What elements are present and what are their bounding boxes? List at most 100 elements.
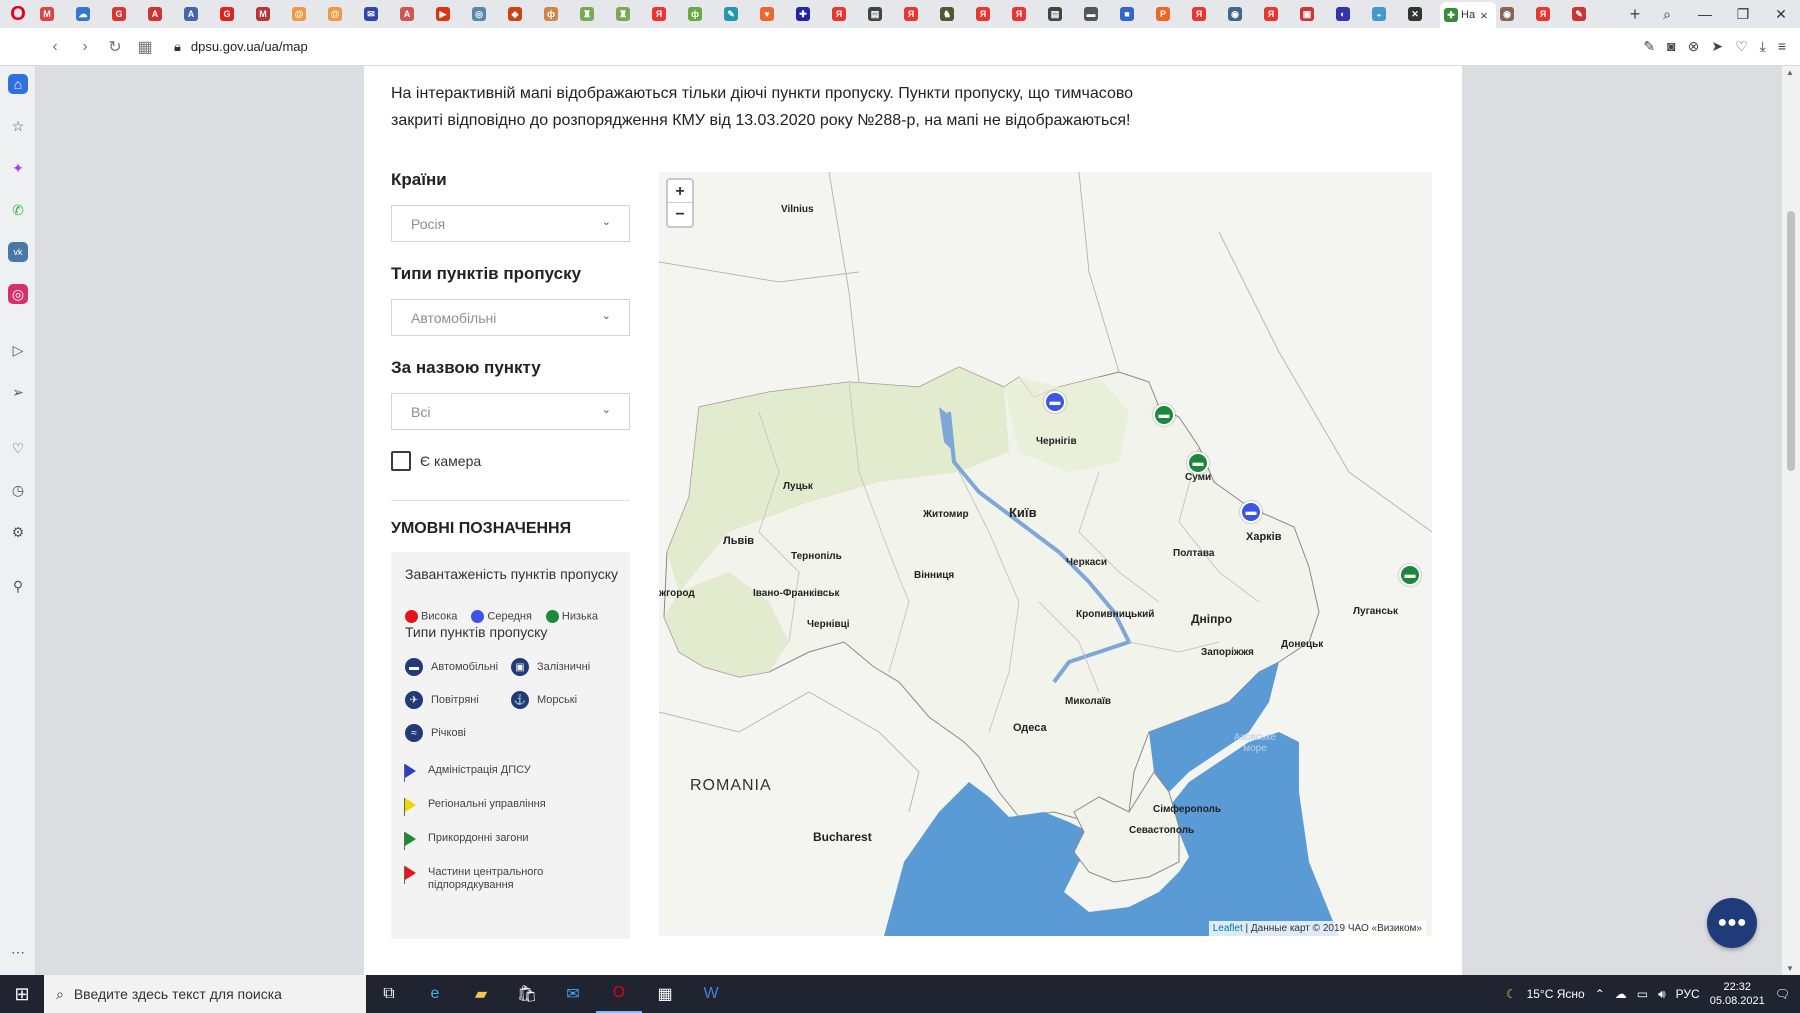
browser-tab[interactable]: ✎ [720,3,756,25]
url-field[interactable]: dpsu.gov.ua/ua/map [191,39,308,54]
browser-tab[interactable]: ✕ [1404,3,1440,25]
tabs-grid-icon[interactable]: ▦ [130,37,160,57]
edge-icon[interactable]: e [412,975,458,1013]
browser-tab[interactable]: ◒ [1368,3,1404,25]
language-indicator[interactable]: РУС [1676,987,1700,1001]
browser-tab[interactable]: G [108,3,144,25]
clock[interactable]: 22:32 05.08.2021 [1710,980,1765,1008]
browser-tab-active[interactable]: ✚ На × [1440,2,1496,28]
browser-tab[interactable]: Я [648,3,684,25]
browser-tab[interactable]: M [252,3,288,25]
browser-tab[interactable]: Я [1532,3,1568,25]
point-name-select[interactable]: Всі ⌄ [391,393,630,430]
browser-tab[interactable]: ✚ [792,3,828,25]
mail-icon[interactable]: ✉ [550,975,596,1013]
zoom-in-button[interactable]: + [668,180,692,203]
browser-tab[interactable]: Я [1008,3,1044,25]
browser-tab[interactable]: Я [828,3,864,25]
windows-start-icon[interactable]: ⊞ [0,975,44,1013]
browser-tab[interactable]: ◎ [468,3,504,25]
browser-tab[interactable]: @ [324,3,360,25]
opera-logo-icon[interactable]: O [0,0,36,28]
close-tab-icon[interactable]: × [1480,8,1488,23]
forward-icon[interactable]: › [70,38,100,56]
browser-tab[interactable]: Я [1260,3,1296,25]
network-icon[interactable]: ▭ [1637,987,1648,1001]
types-select[interactable]: Автомобільні ⌄ [391,299,630,336]
browser-tab[interactable]: ♞ [936,3,972,25]
adblock-icon[interactable]: ⊗ [1688,38,1700,55]
speed-dial-star-icon[interactable]: ☆ [8,116,28,136]
home-icon[interactable]: ⌂ [8,74,28,94]
tray-chevron-icon[interactable]: ⌃ [1595,987,1605,1001]
bookmarks-heart-icon[interactable]: ♡ [8,438,28,458]
reload-icon[interactable]: ↻ [100,37,130,57]
settings-gear-icon[interactable]: ⚙ [8,522,28,542]
browser-tab[interactable]: ◆ [504,3,540,25]
new-tab-button[interactable]: + [1622,4,1648,25]
camera-checkbox[interactable] [391,451,411,471]
chat-button[interactable]: ●●● [1707,898,1757,948]
checkpoint-marker-car[interactable]: ▬ [1399,564,1421,586]
countries-select[interactable]: Росія ⌄ [391,205,630,242]
close-window-button[interactable]: ✕ [1762,6,1800,23]
browser-tab[interactable]: ♥ [756,3,792,25]
flow-send-icon[interactable]: ➢ [8,382,28,402]
browser-tab[interactable]: ☁ [72,3,108,25]
browser-tab[interactable]: ▬ [1080,3,1116,25]
browser-tab[interactable]: ■ [1116,3,1152,25]
camera-filter[interactable]: Є камера [391,451,481,471]
search-tabs-icon[interactable]: ⌕ [1648,6,1686,23]
taskbar-search[interactable]: ⌕ Введите здесь текст для поиска [44,975,366,1013]
player-icon[interactable]: ▷ [8,340,28,360]
browser-tab[interactable]: P [1152,3,1188,25]
vk-icon[interactable]: vk [8,242,28,262]
opera-taskbar-icon[interactable]: O [596,975,642,1013]
browser-tab[interactable]: ♜ [612,3,648,25]
leaflet-link[interactable]: Leaflet [1213,923,1243,934]
word-icon[interactable]: W [688,975,734,1013]
onedrive-icon[interactable]: ☁ [1615,987,1627,1001]
browser-tab[interactable]: ◉ [1224,3,1260,25]
weather-text[interactable]: 15°C Ясно [1527,987,1585,1001]
browser-tab[interactable]: @ [288,3,324,25]
bookmark-heart-icon[interactable]: ♡ [1735,38,1748,55]
browser-tab[interactable]: ♜ [576,3,612,25]
checkpoint-marker-car[interactable]: ▬ [1153,404,1175,426]
browser-tab[interactable]: Я [972,3,1008,25]
whatsapp-icon[interactable]: ✆ [8,200,28,220]
browser-tab[interactable]: ▤ [864,3,900,25]
maximize-button[interactable]: ❐ [1724,6,1762,23]
messenger-icon[interactable]: ✦ [8,158,28,178]
notifications-icon[interactable]: 🗨︎ [1775,987,1790,1001]
store-icon[interactable]: 🛍︎ [504,975,550,1013]
minimize-button[interactable]: — [1686,6,1724,22]
calculator-icon[interactable]: ▦ [642,975,688,1013]
browser-tab[interactable]: ◉ [1496,3,1532,25]
browser-tab[interactable]: ✎ [1568,3,1604,25]
send-icon[interactable]: ➤ [1711,38,1723,55]
browser-tab[interactable]: ф [540,3,576,25]
scrollbar[interactable]: ▲ ▼ [1782,66,1800,975]
volume-icon[interactable]: 🔊︎ [1658,987,1666,1002]
instagram-icon[interactable]: ◎ [8,284,28,304]
camera-snapshot-icon[interactable]: ◙ [1667,38,1675,55]
browser-tab[interactable]: ▶ [432,3,468,25]
browser-tab[interactable]: Я [900,3,936,25]
back-icon[interactable]: ‹ [40,38,70,56]
checkpoint-marker-car[interactable]: ▬ [1187,452,1209,474]
checkpoint-map[interactable]: + − Vilnius Чернігів Суми Луцьк Житомир … [659,172,1432,936]
zoom-out-button[interactable]: − [668,203,692,226]
checkpoint-marker-car[interactable]: ▬ [1044,391,1066,413]
lock-icon[interactable]: 🔒︎ [174,39,181,55]
browser-tab[interactable]: ◐ [1332,3,1368,25]
browser-tab[interactable]: G [216,3,252,25]
browser-tab[interactable]: M [36,3,72,25]
browser-tab[interactable]: Я [1188,3,1224,25]
more-dots-icon[interactable]: ⋯ [8,942,28,962]
file-explorer-icon[interactable]: ▰ [458,975,504,1013]
menu-icon[interactable]: ≡ [1778,38,1786,55]
edit-icon[interactable]: ✎ [1643,38,1655,55]
browser-tab[interactable]: ✉ [360,3,396,25]
scroll-thumb[interactable] [1787,211,1795,471]
